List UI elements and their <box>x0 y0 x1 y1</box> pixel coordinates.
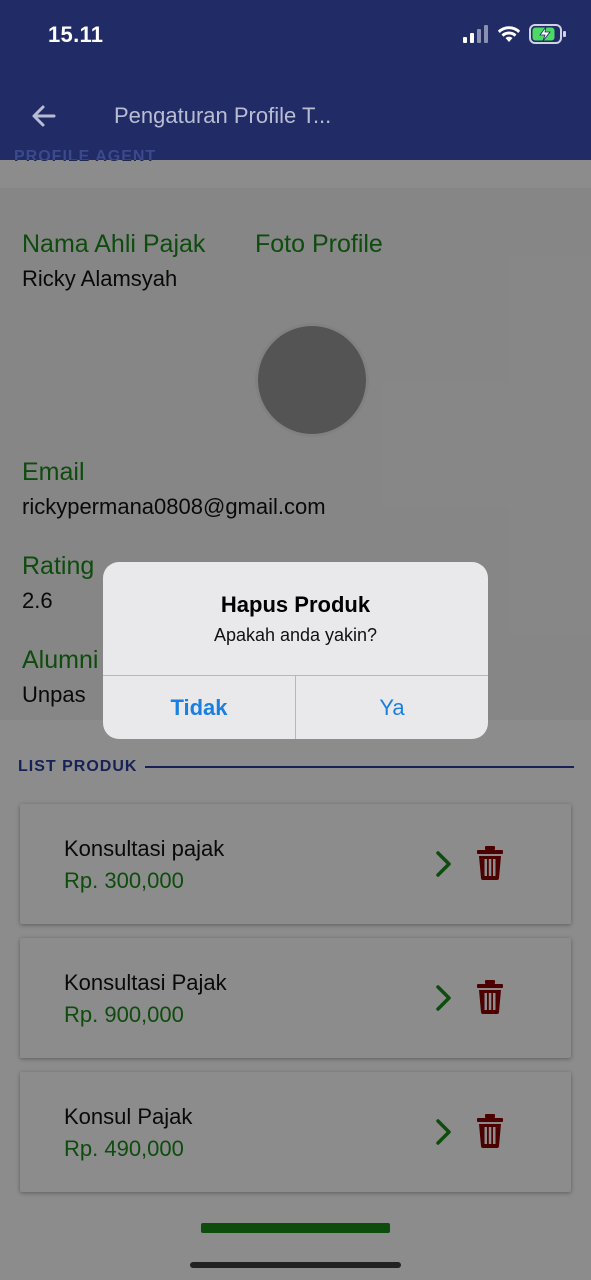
battery-charging-icon <box>529 24 566 44</box>
wifi-icon <box>497 26 521 42</box>
cellular-signal-icon <box>463 25 488 43</box>
confirm-button[interactable]: Ya <box>296 676 488 739</box>
home-indicator[interactable] <box>190 1262 401 1268</box>
app-bar: Pengaturan Profile T... <box>0 70 591 160</box>
status-bar: 15.11 <box>0 0 591 70</box>
delete-confirm-dialog: Hapus Produk Apakah anda yakin? Tidak Ya <box>103 562 488 739</box>
status-time: 15.11 <box>48 22 104 47</box>
dialog-title: Hapus Produk <box>220 592 371 617</box>
cancel-button[interactable]: Tidak <box>103 676 295 739</box>
page-title: Pengaturan Profile T... <box>114 103 332 128</box>
back-arrow-icon[interactable] <box>28 100 60 132</box>
dialog-message: Apakah anda yakin? <box>213 625 378 645</box>
status-icons <box>463 24 567 44</box>
